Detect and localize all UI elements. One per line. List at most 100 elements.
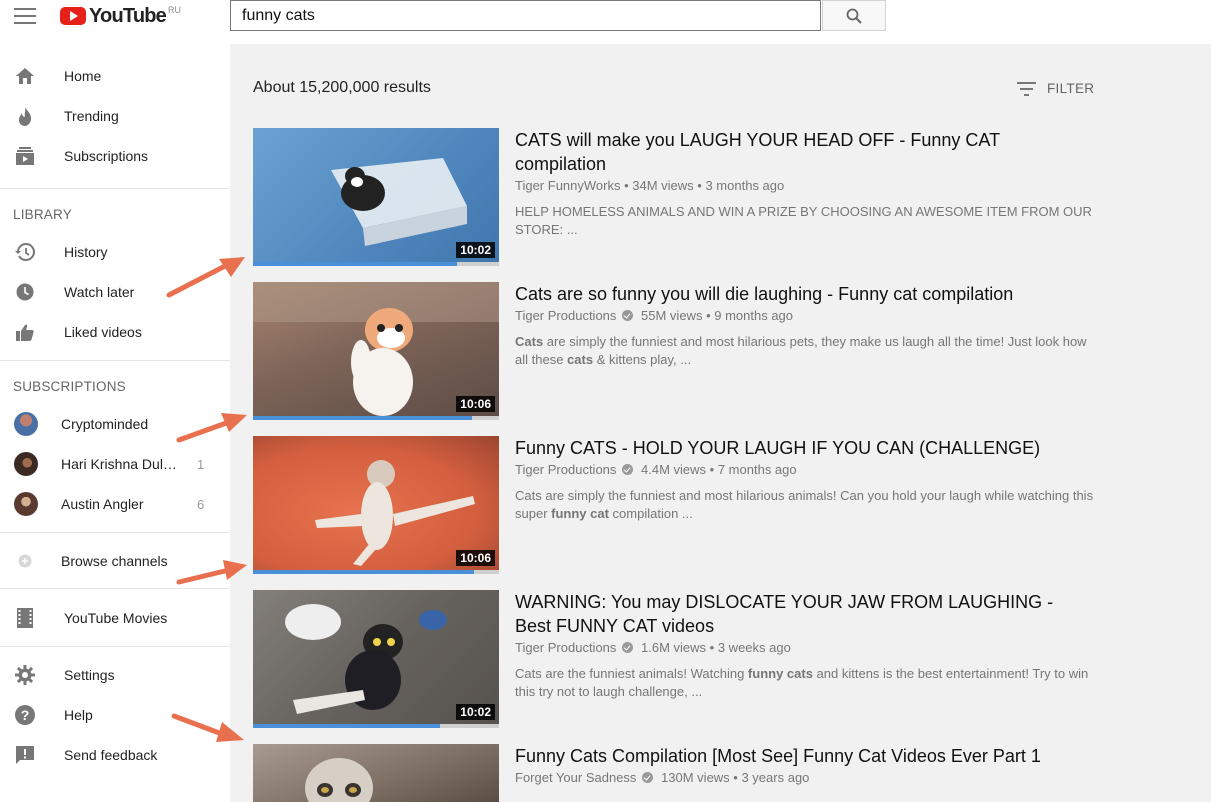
sidebar-item-home[interactable]: Home bbox=[0, 56, 230, 96]
gear-icon bbox=[14, 664, 36, 686]
sidebar-divider bbox=[0, 532, 230, 533]
description-text: are simply the funniest and most hilario… bbox=[543, 334, 1087, 349]
video-title-line: compilation bbox=[515, 154, 607, 174]
watch-progress bbox=[253, 570, 475, 574]
search-button[interactable] bbox=[822, 0, 886, 31]
youtube-logo[interactable]: YouTube RU bbox=[60, 5, 181, 27]
filter-label: FILTER bbox=[1047, 81, 1095, 96]
logo-text: YouTube bbox=[89, 5, 167, 27]
sidebar-divider bbox=[0, 646, 230, 647]
sidebar-subscription-austin-angler[interactable]: Austin Angler 6 bbox=[0, 484, 230, 524]
sidebar-divider bbox=[0, 188, 230, 189]
video-result: Funny Cats Compilation [Most See] Funny … bbox=[253, 744, 1113, 802]
filter-icon bbox=[1017, 81, 1036, 96]
video-thumbnail[interactable]: 10:02 bbox=[253, 128, 499, 266]
sidebar-item-liked-videos[interactable]: Liked videos bbox=[0, 312, 230, 352]
sidebar-item-subscriptions[interactable]: Subscriptions bbox=[0, 136, 230, 176]
annotation-arrow bbox=[171, 713, 244, 742]
description-highlight: funny cats bbox=[747, 666, 813, 681]
sidebar-item-label: Trending bbox=[64, 108, 119, 124]
video-title[interactable]: Funny Cats Compilation [Most See] Funny … bbox=[515, 744, 1075, 768]
meta-separator: • bbox=[693, 178, 706, 193]
feedback-icon bbox=[14, 744, 36, 766]
duration-badge: 10:06 bbox=[456, 550, 495, 566]
video-thumbnail[interactable]: 10:06 bbox=[253, 282, 499, 420]
sidebar-item-settings[interactable]: Settings bbox=[0, 655, 230, 695]
logo-region: RU bbox=[167, 5, 181, 15]
avatar bbox=[14, 452, 38, 476]
video-meta: Forget Your Sadness 130M views • 3 years… bbox=[515, 770, 809, 785]
channel-name[interactable]: Tiger Productions bbox=[515, 308, 616, 323]
description-line: Cats are simply the funniest and most hi… bbox=[515, 488, 1094, 503]
channel-name[interactable]: Forget Your Sadness bbox=[515, 770, 636, 785]
annotation-arrow bbox=[176, 413, 247, 443]
video-title[interactable]: Cats are so funny you will die laughing … bbox=[515, 282, 1075, 306]
watch-progress bbox=[253, 724, 440, 728]
video-title-line: Funny CATS - HOLD YOUR LAUGH IF YOU CAN … bbox=[515, 438, 1041, 458]
sidebar-item-label: Browse channels bbox=[61, 553, 168, 569]
description-text: all these bbox=[515, 352, 568, 367]
video-thumbnail[interactable]: 10:02 bbox=[253, 590, 499, 728]
svg-text:?: ? bbox=[21, 707, 30, 723]
view-count: 4.4M views bbox=[641, 462, 707, 477]
channel-name[interactable]: Tiger Productions bbox=[515, 640, 616, 655]
thumbs-up-icon bbox=[14, 321, 36, 343]
view-count: 55M views bbox=[641, 308, 703, 323]
sidebar-item-label: Austin Angler bbox=[61, 496, 144, 512]
annotation-arrow bbox=[166, 257, 245, 298]
home-icon bbox=[14, 65, 36, 87]
watch-progress bbox=[253, 416, 472, 420]
sidebar-item-trending[interactable]: Trending bbox=[0, 96, 230, 136]
meta-separator: • bbox=[729, 770, 742, 785]
sidebar-item-youtube-movies[interactable]: YouTube Movies bbox=[0, 598, 230, 638]
sidebar-item-label: History bbox=[64, 244, 108, 260]
video-title[interactable]: CATS will make you LAUGH YOUR HEAD OFF -… bbox=[515, 128, 1075, 176]
video-result: 10:02 WARNING: You may DISLOCATE YOUR JA… bbox=[253, 590, 1113, 730]
description-line: HELP HOMELESS ANIMALS AND WIN A PRIZE BY… bbox=[515, 204, 1092, 219]
help-icon: ? bbox=[14, 704, 36, 726]
annotation-arrow bbox=[176, 560, 247, 585]
description-highlight: funny cat bbox=[551, 506, 609, 521]
search-box bbox=[230, 0, 821, 31]
meta-separator: • bbox=[706, 640, 718, 655]
video-title-line: CATS will make you LAUGH YOUR HEAD OFF -… bbox=[515, 130, 1001, 150]
video-thumbnail[interactable]: 10:06 bbox=[253, 436, 499, 574]
results-count: About 15,200,000 results bbox=[253, 79, 431, 96]
add-circle-icon bbox=[14, 550, 36, 572]
upload-age: 3 weeks ago bbox=[717, 640, 791, 655]
view-count: 130M views bbox=[661, 770, 730, 785]
sidebar-item-label: Home bbox=[64, 68, 102, 84]
video-result: 10:02 CATS will make you LAUGH YOUR HEAD… bbox=[253, 128, 1113, 268]
video-title[interactable]: Funny CATS - HOLD YOUR LAUGH IF YOU CAN … bbox=[515, 436, 1075, 460]
video-meta: Tiger Productions 4.4M views • 7 months … bbox=[515, 462, 797, 477]
view-count: 34M views bbox=[632, 178, 694, 193]
description-line: super funny cat compilation ... bbox=[515, 505, 1115, 523]
verified-icon bbox=[622, 464, 634, 475]
search-input[interactable] bbox=[231, 1, 820, 30]
sidebar-item-label: Watch later bbox=[64, 284, 135, 300]
sidebar-divider bbox=[0, 588, 230, 589]
film-icon bbox=[14, 607, 36, 629]
video-title[interactable]: WARNING: You may DISLOCATE YOUR JAW FROM… bbox=[515, 590, 1075, 638]
unread-count: 1 bbox=[197, 456, 205, 472]
description-highlight: Cats bbox=[515, 334, 544, 349]
video-thumbnail[interactable] bbox=[253, 744, 499, 802]
description-text: and kittens is the best entertainment! T… bbox=[812, 666, 1089, 681]
description-line: Cats are simply the funniest and most hi… bbox=[515, 333, 1115, 351]
description-line: this try not to laugh challenge, ... bbox=[515, 684, 703, 699]
channel-name[interactable]: Tiger Productions bbox=[515, 462, 616, 477]
filter-button[interactable]: FILTER bbox=[1017, 81, 1094, 96]
menu-icon[interactable] bbox=[14, 8, 36, 24]
play-logo-icon bbox=[60, 7, 86, 25]
video-title-line: Best FUNNY CAT videos bbox=[515, 616, 715, 636]
sidebar-item-label: Cryptominded bbox=[61, 416, 149, 432]
sidebar-subscription-hari-krishna[interactable]: Hari Krishna Dul… 1 bbox=[0, 444, 230, 484]
meta-separator: • bbox=[620, 178, 633, 193]
view-count: 1.6M views bbox=[641, 640, 707, 655]
channel-name[interactable]: Tiger FunnyWorks bbox=[515, 178, 620, 193]
meta-separator: • bbox=[702, 308, 715, 323]
video-meta: Tiger Productions 55M views • 9 months a… bbox=[515, 308, 793, 323]
clock-icon bbox=[14, 281, 36, 303]
sidebar-item-label: Send feedback bbox=[64, 747, 158, 763]
avatar bbox=[14, 492, 38, 516]
